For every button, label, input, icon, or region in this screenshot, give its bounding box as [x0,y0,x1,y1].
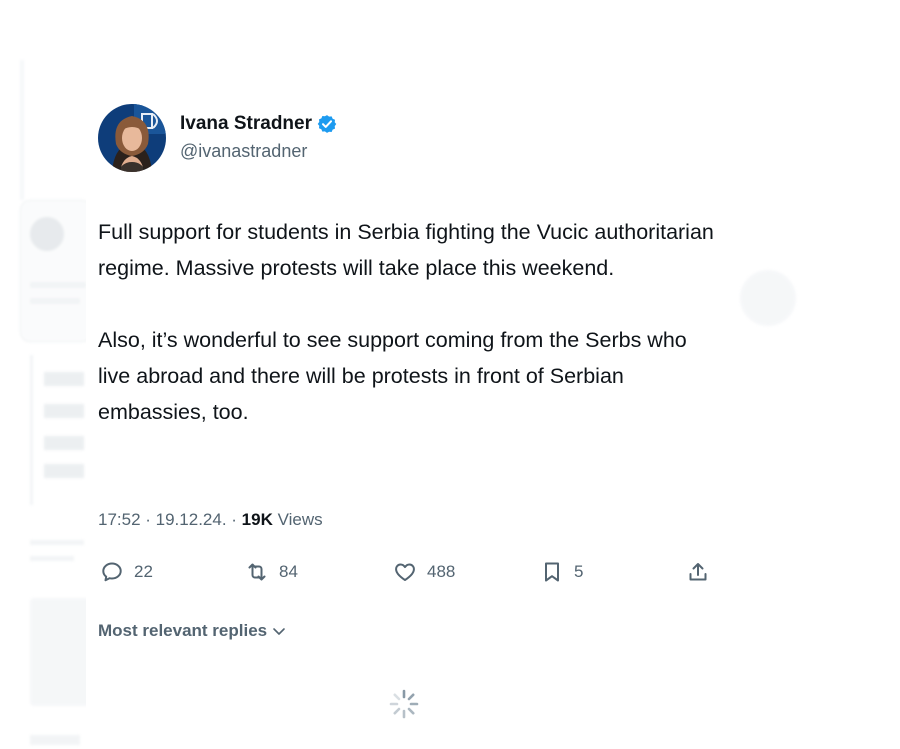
tweet-card: Ivana Stradner @ivanastradner Full suppo… [86,90,726,749]
meta-separator: · [226,510,242,529]
tweet-meta: 17:52 · 19.12.24. · 19K Views [98,508,323,532]
bookmark-count: 5 [574,562,584,581]
loading-spinner-icon [388,688,420,720]
repost-icon [248,563,266,581]
repost-button[interactable]: 84 [245,556,298,588]
bookmark-button[interactable]: 5 [540,556,583,588]
like-button[interactable]: 488 [393,556,455,588]
reply-icon [102,562,122,582]
chevron-down-icon [273,628,285,635]
replies-sort-dropdown[interactable]: Most relevant replies [98,621,287,641]
author-handle[interactable]: @ivanastradner [180,138,337,164]
tweet-timestamp[interactable]: 17:52 · 19.12.24. [98,510,227,529]
views-count: 19K [241,510,273,529]
reply-count: 22 [134,562,153,581]
tweet-actions: 22 84 488 5 [98,556,718,588]
page: Ivana Stradner @ivanastradner Full suppo… [0,0,900,749]
tweet-text: Full support for students in Serbia figh… [98,214,718,430]
verified-badge-icon[interactable] [317,114,337,134]
tweet-author: Ivana Stradner @ivanastradner [98,104,337,172]
heart-icon [395,563,415,581]
views-label: Views [277,510,323,529]
tweet-paragraph: Also, it’s wonderful to see support comi… [98,328,687,424]
author-name[interactable]: Ivana Stradner [180,112,312,136]
repost-count: 84 [279,562,298,581]
tweet-paragraph: Full support for students in Serbia figh… [98,220,714,280]
like-count: 488 [427,562,456,581]
share-button[interactable] [686,556,710,588]
share-icon [689,563,707,581]
replies-sort-label: Most relevant replies [98,621,268,640]
author-avatar[interactable] [98,104,166,172]
bookmark-icon [545,562,559,582]
reply-button[interactable]: 22 [100,556,153,588]
